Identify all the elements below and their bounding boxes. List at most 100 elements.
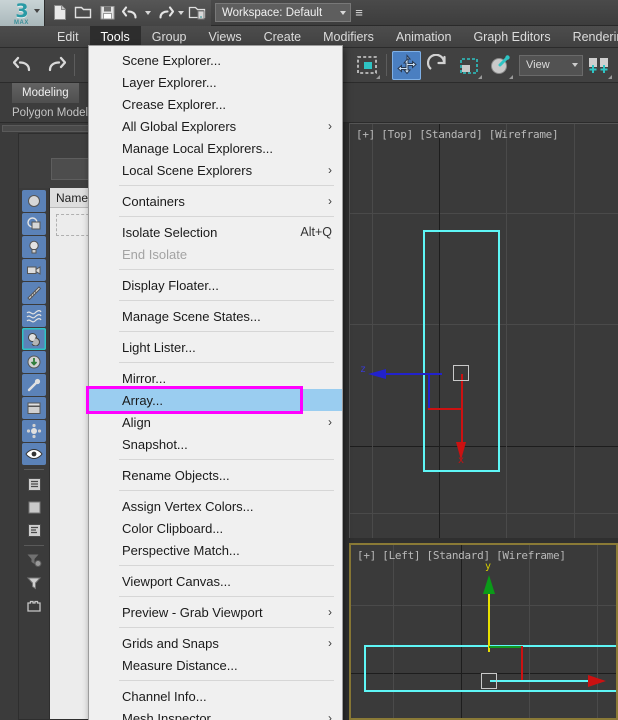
menu-item-tools[interactable]: Tools: [89, 26, 141, 47]
menu-item-manage-local-explorers[interactable]: Manage Local Explorers...: [89, 137, 342, 159]
menu-item-color-clipboard[interactable]: Color Clipboard...: [89, 517, 342, 539]
menu-item-views[interactable]: Views: [197, 26, 252, 47]
containers-filter-icon[interactable]: [22, 397, 46, 419]
particle-systems-filter-icon[interactable]: [22, 420, 46, 442]
columns-icon[interactable]: [22, 519, 46, 541]
menu-item-align[interactable]: Align ›: [89, 411, 342, 433]
menu-item-layer-explorer[interactable]: Layer Explorer...: [89, 71, 342, 93]
viewport-left[interactable]: y [+] [Left] [Standard] [Wireframe]: [349, 543, 618, 720]
menu-item-array[interactable]: Array...: [89, 389, 342, 411]
shapes-filter-icon[interactable]: [22, 213, 46, 235]
ribbon-tab-modeling[interactable]: Modeling: [12, 83, 79, 103]
menu-item-containers[interactable]: Containers ›: [89, 190, 342, 212]
menu-item-mirror[interactable]: Mirror...: [89, 367, 342, 389]
cameras-filter-icon[interactable]: [22, 259, 46, 281]
reference-coordinate-system-combo[interactable]: View: [519, 54, 583, 76]
menu-item-label: Crease Explorer...: [122, 96, 227, 112]
menu-item-crease-explorer[interactable]: Crease Explorer...: [89, 93, 342, 115]
menu-item-perspective-match[interactable]: Perspective Match...: [89, 539, 342, 561]
lights-filter-icon[interactable]: [22, 236, 46, 258]
menu-item-isolate-selection[interactable]: Isolate Selection Alt+Q: [89, 221, 342, 243]
undo-scene-operation-button[interactable]: [9, 51, 38, 80]
menu-item-label: Measure Distance...: [122, 657, 238, 673]
gizmo-x-axis[interactable]: [490, 680, 590, 682]
menu-item-rendering[interactable]: Rendering: [562, 26, 618, 47]
gizmo-y-handle-top: [489, 646, 523, 648]
max-logo-button[interactable]: 3 MAX: [0, 0, 44, 26]
xrefs-filter-icon[interactable]: [22, 351, 46, 373]
select-object-button[interactable]: [352, 51, 381, 80]
menu-item-mesh-inspector[interactable]: Mesh Inspector ›: [89, 707, 342, 720]
bones-filter-icon[interactable]: [22, 374, 46, 396]
menu-item-channel-info[interactable]: Channel Info...: [89, 685, 342, 707]
new-icon[interactable]: [47, 1, 71, 25]
flyout-corner-icon: [376, 74, 380, 79]
use-pivot-point-center-button[interactable]: [584, 51, 613, 80]
geometry-filter-icon[interactable]: [22, 190, 46, 212]
gizmo-x-arrow-icon: [588, 675, 606, 687]
menu-item-viewport-canvas[interactable]: Viewport Canvas...: [89, 570, 342, 592]
menu-item-light-lister[interactable]: Light Lister...: [89, 336, 342, 358]
select-and-rotate-button[interactable]: [423, 51, 452, 80]
filter-separator: [22, 542, 46, 548]
filter-settings-icon[interactable]: [22, 549, 46, 571]
helpers-filter-icon[interactable]: [22, 282, 46, 304]
filter-icon[interactable]: [22, 572, 46, 594]
redo-history-caret-icon[interactable]: [176, 1, 185, 25]
save-icon[interactable]: [95, 1, 119, 25]
viewport-top[interactable]: z x y x [+] [Top] [Standard] [Wireframe]: [349, 123, 618, 538]
dock-grip-handle[interactable]: [2, 124, 98, 132]
menu-item-rename-objects[interactable]: Rename Objects...: [89, 464, 342, 486]
menu-item-animation[interactable]: Animation: [385, 26, 463, 47]
set-project-folder-icon[interactable]: [185, 1, 209, 25]
gizmo-z-arrow-icon: [368, 369, 386, 379]
menu-item-measure-distance[interactable]: Measure Distance...: [89, 654, 342, 676]
list-view-icon[interactable]: [22, 473, 46, 495]
gizmo-y-axis-highlight[interactable]: [488, 592, 490, 652]
menu-item-graph-editors[interactable]: Graph Editors: [462, 26, 561, 47]
menu-item-assign-vertex-colors[interactable]: Assign Vertex Colors...: [89, 495, 342, 517]
menu-item-scene-explorer[interactable]: Scene Explorer...: [89, 49, 342, 71]
menu-item-grids-and-snaps[interactable]: Grids and Snaps ›: [89, 632, 342, 654]
redo-icon[interactable]: [152, 1, 176, 25]
undo-history-caret-icon[interactable]: [143, 1, 152, 25]
menu-separator: [119, 459, 334, 460]
gizmo-x-axis[interactable]: [461, 374, 463, 446]
menu-item-group[interactable]: Group: [141, 26, 198, 47]
viewport-left-label[interactable]: [+] [Left] [Standard] [Wireframe]: [357, 549, 566, 562]
workspace-selector[interactable]: Workspace: Default: [215, 3, 351, 22]
menu-item-create[interactable]: Create: [253, 26, 313, 47]
menu-item-edit[interactable]: Edit: [46, 26, 90, 47]
menu-separator: [119, 216, 334, 217]
groups-filter-icon[interactable]: [22, 328, 46, 350]
container-icon[interactable]: [22, 595, 46, 617]
gizmo-center-box[interactable]: [481, 673, 497, 689]
menu-item-preview-grab-viewport[interactable]: Preview - Grab Viewport ›: [89, 601, 342, 623]
redo-scene-operation-button[interactable]: [40, 51, 69, 80]
menu-item-snapshot[interactable]: Snapshot...: [89, 433, 342, 455]
menu-item-display-floater[interactable]: Display Floater...: [89, 274, 342, 296]
viewport-top-label[interactable]: [+] [Top] [Standard] [Wireframe]: [356, 128, 559, 141]
chevron-down-icon: [572, 63, 578, 67]
gizmo-z-label: z: [360, 364, 367, 375]
select-and-place-button[interactable]: [485, 51, 514, 80]
menu-item-manage-scene-states[interactable]: Manage Scene States...: [89, 305, 342, 327]
gizmo-center-box[interactable]: [453, 365, 469, 381]
space-warps-filter-icon[interactable]: [22, 305, 46, 327]
menu-item-local-scene-explorers[interactable]: Local Scene Explorers ›: [89, 159, 342, 181]
flyout-corner-icon: [509, 74, 513, 79]
menu-item-all-global-explorers[interactable]: All Global Explorers ›: [89, 115, 342, 137]
open-icon[interactable]: [71, 1, 95, 25]
gizmo-z-handle-base: [428, 408, 463, 410]
undo-icon[interactable]: [119, 1, 143, 25]
select-and-move-button[interactable]: [392, 50, 421, 80]
select-and-scale-button[interactable]: [454, 51, 483, 80]
box-view-icon[interactable]: [22, 496, 46, 518]
display-visibility-icon[interactable]: [22, 443, 46, 465]
menu-item-label: Rename Objects...: [122, 467, 230, 483]
logo-dropdown-caret-icon[interactable]: [34, 8, 40, 13]
toolbar-separator: [386, 54, 387, 76]
workspace-menu-icon[interactable]: ≡: [351, 6, 367, 19]
menu-item-label: Containers: [122, 193, 185, 209]
menu-item-modifiers[interactable]: Modifiers: [312, 26, 385, 47]
